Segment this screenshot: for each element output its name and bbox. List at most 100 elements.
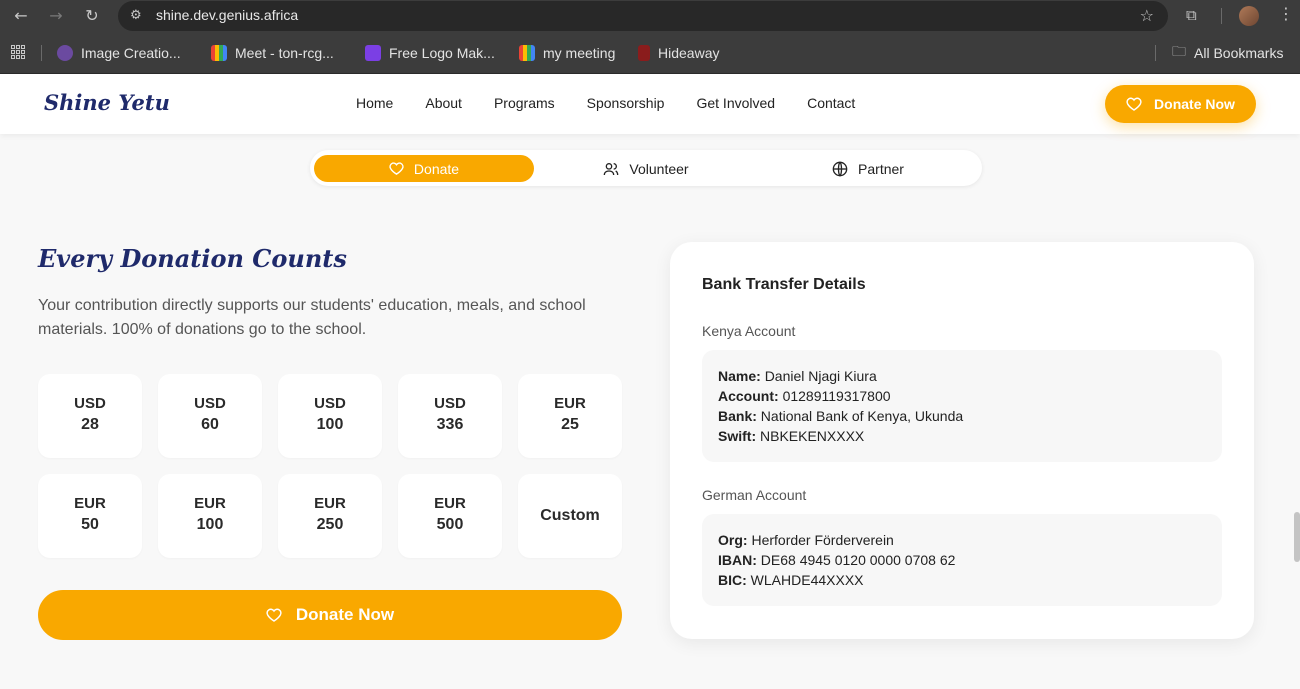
amount-value: 336 xyxy=(436,416,464,433)
field-value: DE68 4945 0120 0000 0708 62 xyxy=(760,552,956,568)
site-logo[interactable]: Shine Yetu xyxy=(44,90,170,115)
amount-currency: USD xyxy=(194,395,226,412)
amount-value: 28 xyxy=(81,416,99,433)
back-icon[interactable]: ← xyxy=(11,6,31,26)
heart-icon xyxy=(266,608,282,622)
field-key: Org: xyxy=(718,532,748,548)
folder-icon: 🗀 xyxy=(1172,43,1186,59)
bookmark-favicon-icon xyxy=(365,45,381,61)
bookmark-item[interactable]: Image Creatio... xyxy=(57,44,181,62)
field-value: 01289119317800 xyxy=(782,388,891,404)
tab-partner-label: Partner xyxy=(858,160,904,177)
amount-option[interactable]: EUR 25 xyxy=(518,374,622,458)
all-bookmarks[interactable]: 🗀 All Bookmarks xyxy=(1172,43,1284,62)
field-key: Account: xyxy=(718,388,779,404)
nav-programs[interactable]: Programs xyxy=(494,95,555,111)
amount-currency: USD xyxy=(74,395,106,412)
nav-about[interactable]: About xyxy=(425,95,462,111)
site-info-icon[interactable]: ⚙ xyxy=(130,7,148,25)
german-bic-row: BIC: WLAHDE44XXXX xyxy=(718,570,1206,590)
url-text: shine.dev.genius.africa xyxy=(156,7,299,23)
field-key: IBAN: xyxy=(718,552,757,568)
star-icon[interactable]: ☆ xyxy=(1140,6,1154,25)
all-bookmarks-label: All Bookmarks xyxy=(1194,45,1284,61)
involvement-tabs: Donate Volunteer Partner xyxy=(310,150,982,186)
amount-currency: USD xyxy=(434,395,466,412)
tab-donate[interactable]: Donate xyxy=(314,155,534,182)
amount-option[interactable]: EUR 100 xyxy=(158,474,262,558)
bookmark-item[interactable]: my meeting xyxy=(519,44,615,62)
profile-avatar[interactable] xyxy=(1239,6,1259,26)
amount-option[interactable]: USD 28 xyxy=(38,374,142,458)
kenya-account-details: Name: Daniel Njagi Kiura Account: 012891… xyxy=(702,350,1222,462)
reload-icon[interactable]: ↻ xyxy=(82,6,102,26)
bookmark-favicon-icon xyxy=(638,45,650,61)
field-key: BIC: xyxy=(718,572,747,588)
heart-icon xyxy=(1126,97,1142,111)
apps-icon[interactable] xyxy=(11,45,25,59)
field-key: Swift: xyxy=(718,428,757,444)
bookmarks-bar: Image Creatio... Meet - ton-rcg... Free … xyxy=(0,32,1300,74)
bookmark-label: Free Logo Mak... xyxy=(389,45,495,61)
amount-currency: EUR xyxy=(434,495,466,512)
divider xyxy=(1221,8,1222,24)
bookmark-favicon-icon xyxy=(519,45,535,61)
amount-value: 250 xyxy=(316,516,344,533)
amount-value: 50 xyxy=(81,516,99,533)
tab-volunteer[interactable]: Volunteer xyxy=(534,155,758,182)
bookmark-item[interactable]: Hideaway xyxy=(638,44,719,62)
german-account-details: Org: Herforder Förderverein IBAN: DE68 4… xyxy=(702,514,1222,606)
amount-value: 500 xyxy=(436,516,464,533)
amount-option[interactable]: EUR 250 xyxy=(278,474,382,558)
amount-option[interactable]: USD 336 xyxy=(398,374,502,458)
bookmark-item[interactable]: Free Logo Mak... xyxy=(365,44,495,62)
amount-option[interactable]: EUR 500 xyxy=(398,474,502,558)
field-value: Daniel Njagi Kiura xyxy=(764,368,877,384)
scrollbar-thumb[interactable] xyxy=(1294,512,1300,562)
amount-option[interactable]: USD 100 xyxy=(278,374,382,458)
forward-icon[interactable]: → xyxy=(46,6,66,26)
tab-volunteer-label: Volunteer xyxy=(629,160,689,177)
nav-home[interactable]: Home xyxy=(356,95,393,111)
globe-icon xyxy=(832,160,848,177)
bookmark-label: my meeting xyxy=(543,45,616,61)
amount-currency: USD xyxy=(314,395,346,412)
kenya-account-label: Kenya Account xyxy=(702,323,796,339)
divider xyxy=(1155,45,1156,61)
custom-amount-label: Custom xyxy=(540,507,600,524)
nav-get-involved[interactable]: Get Involved xyxy=(696,95,775,111)
donate-now-button[interactable]: Donate Now xyxy=(38,590,622,640)
german-iban-row: IBAN: DE68 4945 0120 0000 0708 62 xyxy=(718,550,1206,570)
site-header: Shine Yetu Home About Programs Sponsorsh… xyxy=(0,74,1300,134)
bookmark-label: Image Creatio... xyxy=(81,45,181,61)
german-org-row: Org: Herforder Förderverein xyxy=(718,530,1206,550)
extensions-icon[interactable]: ⧉ xyxy=(1186,6,1197,24)
kenya-swift-row: Swift: NBKEKENXXXX xyxy=(718,426,1206,446)
users-icon xyxy=(604,162,619,175)
amount-value: 100 xyxy=(196,516,224,533)
german-account-label: German Account xyxy=(702,487,807,503)
amount-value: 60 xyxy=(201,416,219,433)
bookmark-item[interactable]: Meet - ton-rcg... xyxy=(211,44,334,62)
tab-partner[interactable]: Partner xyxy=(758,155,978,182)
menu-icon[interactable]: ⋮ xyxy=(1278,4,1294,23)
bank-title: Bank Transfer Details xyxy=(702,276,866,293)
amount-value: 25 xyxy=(561,416,579,433)
bookmark-label: Hideaway xyxy=(658,45,720,61)
amount-currency: EUR xyxy=(74,495,106,512)
custom-amount-option[interactable]: Custom xyxy=(518,474,622,558)
tab-donate-label: Donate xyxy=(413,160,460,177)
kenya-name-row: Name: Daniel Njagi Kiura xyxy=(718,366,1206,386)
amount-option[interactable]: EUR 50 xyxy=(38,474,142,558)
field-key: Name: xyxy=(718,368,761,384)
kenya-bank-row: Bank: National Bank of Kenya, Ukunda xyxy=(718,406,1206,426)
header-donate-button[interactable]: Donate Now xyxy=(1105,85,1256,123)
address-bar[interactable]: ⚙ shine.dev.genius.africa ☆ xyxy=(118,1,1168,31)
amount-option[interactable]: USD 60 xyxy=(158,374,262,458)
header-donate-label: Donate Now xyxy=(1154,96,1235,112)
bookmark-label: Meet - ton-rcg... xyxy=(235,45,334,61)
nav-sponsorship[interactable]: Sponsorship xyxy=(587,95,665,111)
amount-currency: EUR xyxy=(314,495,346,512)
nav-contact[interactable]: Contact xyxy=(807,95,855,111)
field-value: NBKEKENXXXX xyxy=(760,428,865,444)
